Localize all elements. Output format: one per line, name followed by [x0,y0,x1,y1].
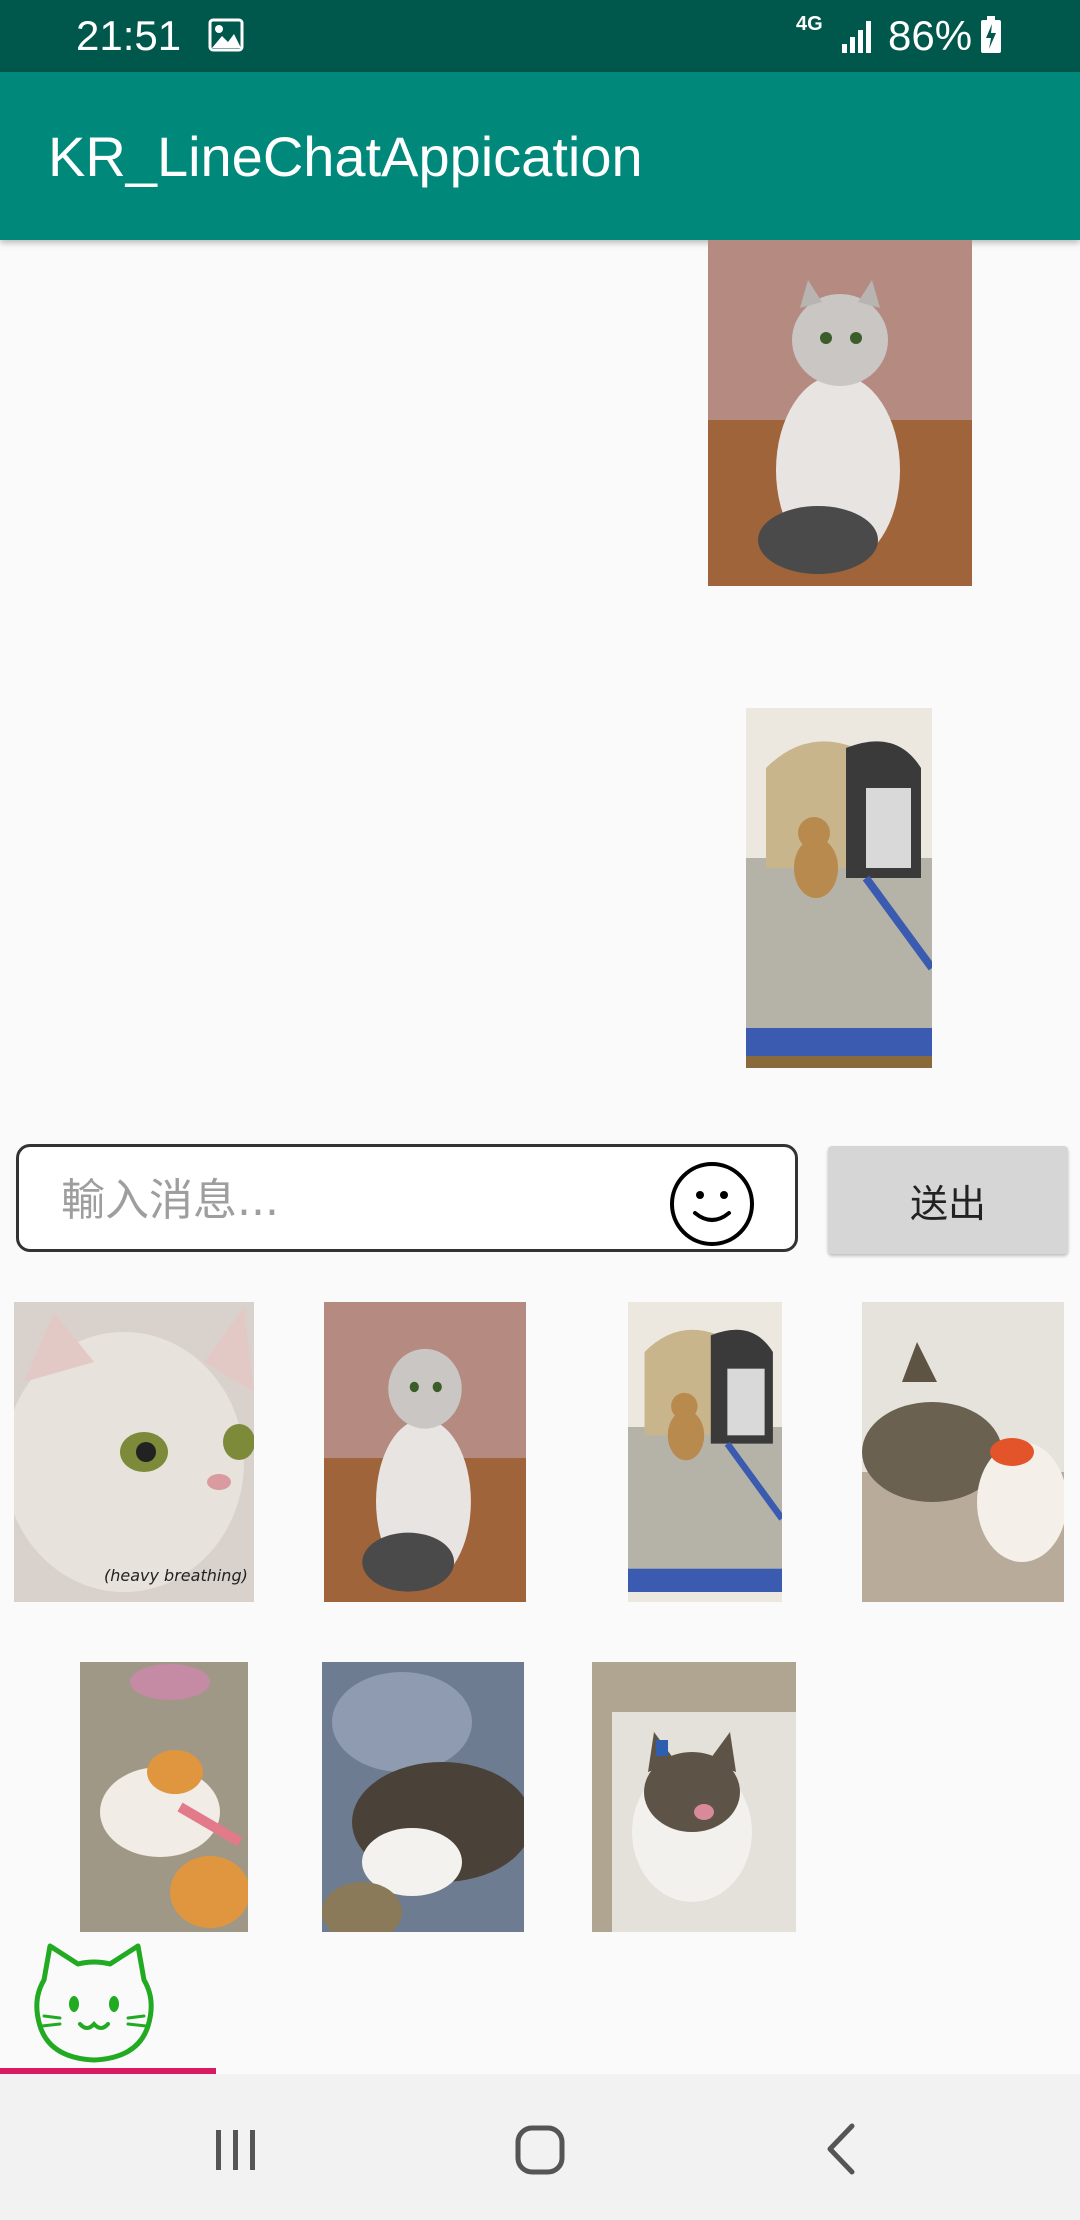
sleeping-tabby-photo [322,1662,524,1932]
sticker-item[interactable] [628,1302,782,1602]
chat-image-message[interactable] [746,708,932,1068]
message-input[interactable] [59,1169,623,1231]
fluffy-cat-photo [324,1302,526,1602]
kitten-carrier-photo [628,1302,782,1602]
status-bar: 21:51 4G 86% [0,0,1080,72]
sticker-item[interactable] [324,1302,526,1602]
smiley-face-icon[interactable] [669,1161,755,1247]
gallery-icon [208,18,244,52]
recent-apps-icon[interactable] [196,2114,276,2184]
kitten-carrier-photo [746,708,932,1068]
sticker-item[interactable]: (heavy breathing) [14,1302,254,1602]
app-bar: KR_LineChatAppication [0,72,1080,240]
sticker-item[interactable] [592,1662,796,1932]
signal-icon [842,21,871,53]
battery-percent: 86% [888,12,973,59]
orange-cat-lying-photo [80,1662,248,1932]
battery-charging-icon [981,16,1001,53]
sticker-item[interactable] [862,1302,1064,1602]
tabby-cat-plush-photo [862,1302,1064,1602]
sticker-item[interactable] [80,1662,248,1932]
heavy-breathing-cat-photo [14,1302,254,1602]
chat-image-message[interactable] [708,240,972,586]
fluffy-cat-photo [708,240,972,586]
home-icon[interactable] [500,2114,580,2184]
status-time: 21:51 [76,12,182,59]
sticker-caption: (heavy breathing) [104,1566,248,1585]
send-button[interactable]: 送出 [828,1146,1068,1254]
navigation-bar [0,2074,1080,2220]
message-box [16,1144,798,1252]
cat-looking-up-photo [592,1662,796,1932]
back-icon[interactable] [800,2114,880,2184]
app-title: KR_LineChatAppication [48,125,643,188]
cat-face-icon[interactable] [30,1940,158,2068]
network-type: 4G [796,13,823,35]
sticker-item[interactable] [322,1662,524,1932]
